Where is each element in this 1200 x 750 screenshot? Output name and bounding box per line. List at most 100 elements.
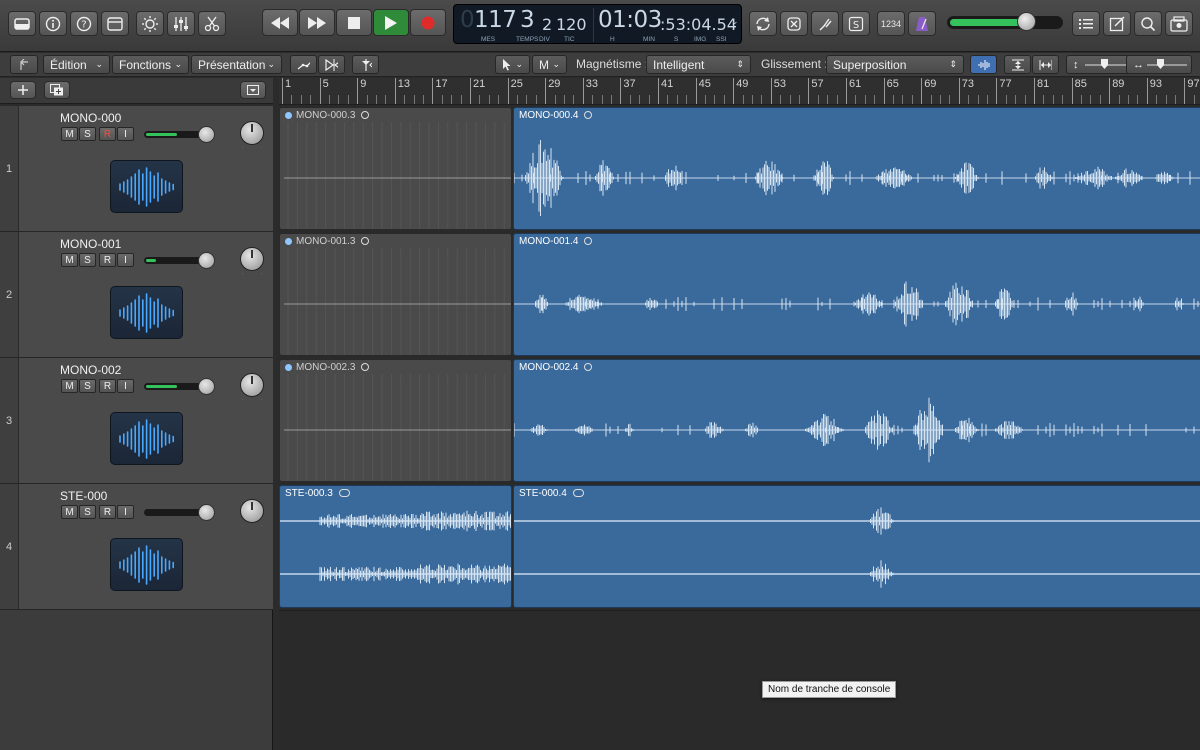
input-monitor-button[interactable]: I xyxy=(117,379,134,393)
edit-menu[interactable]: Édition ⌄ xyxy=(43,55,110,74)
solo-button[interactable]: S xyxy=(842,11,870,36)
audio-region-right[interactable]: MONO-002.4 xyxy=(513,359,1200,482)
track-header[interactable]: 3 MONO-002 M S R I · · xyxy=(0,358,273,484)
automation-button[interactable] xyxy=(290,55,317,74)
track-name[interactable]: MONO-001 xyxy=(60,237,121,251)
volume-fader[interactable] xyxy=(144,504,215,521)
view-menu[interactable]: Présentation ⌄ xyxy=(191,55,282,74)
play-button[interactable] xyxy=(373,9,409,36)
track-name[interactable]: MONO-000 xyxy=(60,111,121,125)
editors-button[interactable] xyxy=(198,11,226,36)
audio-region-left[interactable]: MONO-002.3 xyxy=(279,359,512,482)
vertical-zoom-thumb[interactable] xyxy=(1101,59,1108,69)
input-monitor-button[interactable]: I xyxy=(117,253,134,267)
volume-fader[interactable] xyxy=(144,126,215,143)
track-header[interactable]: 4 STE-000 M S R I · · xyxy=(0,484,273,610)
record-enable-button[interactable]: R xyxy=(99,253,116,267)
audio-region-right[interactable]: MONO-001.4 xyxy=(513,233,1200,356)
record-enable-button[interactable]: R xyxy=(99,379,116,393)
inspector-button[interactable] xyxy=(39,11,67,36)
volume-knob[interactable] xyxy=(198,504,215,521)
back-button[interactable] xyxy=(10,55,38,74)
track-name[interactable]: MONO-002 xyxy=(60,363,121,377)
mute-button[interactable]: M xyxy=(61,127,78,141)
record-enable-button[interactable]: R xyxy=(99,127,116,141)
browsers-button[interactable] xyxy=(1165,11,1193,36)
add-track-button[interactable] xyxy=(10,81,36,99)
bar-ruler[interactable]: 1 5 9 13 17 21 25 29 33 37 41 45 49 53 57 61 65 69 73 77 81 8… xyxy=(279,78,1200,105)
lcd-display[interactable]: 0 117 3 2 120 01:03 :53:04.54 MES TEMPS … xyxy=(453,4,742,44)
mute-button[interactable]: M xyxy=(61,505,78,519)
solo-button[interactable]: S xyxy=(79,379,96,393)
record-enable-button[interactable]: R xyxy=(99,505,116,519)
mute-button[interactable]: M xyxy=(61,379,78,393)
fast-forward-button[interactable] xyxy=(299,9,335,36)
volume-knob[interactable] xyxy=(198,252,215,269)
horizontal-zoom-thumb[interactable] xyxy=(1157,59,1164,69)
stop-button[interactable] xyxy=(336,9,372,36)
rewind-button[interactable] xyxy=(262,9,298,36)
arrange-area[interactable]: MONO-000.3 MONO-000.4 MONO-001.3 MONO-001.4… xyxy=(279,106,1200,750)
smart-controls-button[interactable] xyxy=(136,11,164,36)
loop-browser-button[interactable] xyxy=(1134,11,1162,36)
list-editors-button[interactable] xyxy=(1072,11,1100,36)
pan-knob[interactable] xyxy=(240,499,264,523)
left-click-tool[interactable]: ⌄ xyxy=(495,55,530,74)
track-icon[interactable] xyxy=(110,538,183,591)
count-in-button[interactable]: 1234 xyxy=(877,11,905,36)
input-monitor-button[interactable]: I xyxy=(117,127,134,141)
volume-fader[interactable] xyxy=(144,252,215,269)
vertical-zoom-slider[interactable]: ↕ xyxy=(1066,55,1132,74)
lcd-menu-chevron-icon[interactable]: ⌄ xyxy=(731,16,739,27)
volume-knob[interactable] xyxy=(198,378,215,395)
tuner-button[interactable] xyxy=(811,11,839,36)
track-header[interactable]: 2 MONO-001 M S R I · · xyxy=(0,232,273,358)
track-icon[interactable] xyxy=(110,160,183,213)
solo-button[interactable]: S xyxy=(79,505,96,519)
fit-horizontal-button[interactable] xyxy=(1032,55,1059,74)
pan-knob[interactable] xyxy=(240,373,264,397)
solo-button[interactable]: S xyxy=(79,127,96,141)
solo-button[interactable]: S xyxy=(79,253,96,267)
waveform-zoom-button[interactable] xyxy=(970,55,997,74)
cycle-button[interactable] xyxy=(749,11,777,36)
ruler-minor-tick xyxy=(893,95,894,104)
duplicate-track-button[interactable] xyxy=(44,81,70,99)
snap-select[interactable]: Intelligent ⇕ xyxy=(646,55,751,74)
volume-fader[interactable] xyxy=(144,378,215,395)
drag-mode-select[interactable]: Superposition ⇕ xyxy=(826,55,964,74)
toolbar-toggle-button[interactable] xyxy=(101,11,129,36)
pan-knob[interactable] xyxy=(240,247,264,271)
track-name[interactable]: STE-000 xyxy=(60,489,107,503)
mixer-button[interactable] xyxy=(167,11,195,36)
mute-button[interactable]: M xyxy=(61,253,78,267)
fit-vertical-button[interactable] xyxy=(1004,55,1031,74)
audio-region-left[interactable]: MONO-000.3 xyxy=(279,107,512,230)
flex-button[interactable] xyxy=(318,55,345,74)
audio-region-right[interactable]: STE-000.4 xyxy=(513,485,1200,608)
input-monitor-button[interactable]: I xyxy=(117,505,134,519)
command-click-tool[interactable]: M ⌄ xyxy=(532,55,567,74)
functions-menu[interactable]: Fonctions ⌄ xyxy=(112,55,189,74)
volume-knob[interactable] xyxy=(198,126,215,143)
library-button[interactable] xyxy=(8,11,36,36)
master-volume-knob[interactable] xyxy=(1017,12,1036,31)
global-tracks-button[interactable] xyxy=(240,81,266,99)
audio-region-left[interactable]: STE-000.3 xyxy=(279,485,512,608)
note-pads-button[interactable] xyxy=(1103,11,1131,36)
quick-help-button[interactable]: ? xyxy=(70,11,98,36)
audio-region-right[interactable]: MONO-000.4 xyxy=(513,107,1200,230)
ruler-minor-tick xyxy=(526,95,528,104)
catch-playhead-button[interactable] xyxy=(352,55,379,74)
track-header[interactable]: 1 MONO-000 M S R I · · xyxy=(0,106,273,232)
audio-region-left[interactable]: MONO-001.3 xyxy=(279,233,512,356)
pan-knob[interactable] xyxy=(240,121,264,145)
metronome-button[interactable] xyxy=(908,11,936,36)
track-icon[interactable] xyxy=(110,412,183,465)
master-volume-slider[interactable] xyxy=(947,12,1063,31)
record-button[interactable] xyxy=(410,9,446,36)
horizontal-zoom-slider[interactable]: ↔ xyxy=(1126,55,1192,74)
replace-button[interactable] xyxy=(780,11,808,36)
track-icon[interactable] xyxy=(110,286,183,339)
region-label: MONO-002.3 xyxy=(285,362,370,373)
